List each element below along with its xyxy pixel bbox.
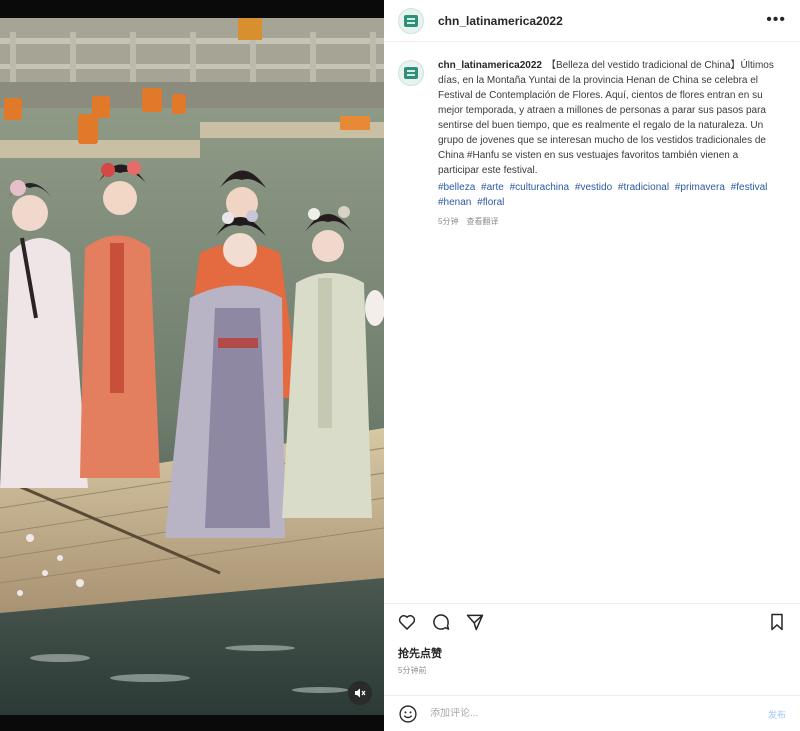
caption-age: 5分钟 — [438, 217, 459, 226]
more-horizontal-icon[interactable]: ••• — [766, 12, 786, 28]
hashtag-list: #belleza #arte #culturachina #vestido #t… — [438, 180, 780, 210]
account-logo-icon — [404, 67, 418, 79]
caption-meta: 5分钟 查看翻译 — [438, 214, 780, 229]
hashtag-link[interactable]: #culturachina — [510, 182, 569, 193]
post-comment-button[interactable]: 发布 — [768, 708, 786, 721]
post-header: chn_latinamerica2022 ••• — [384, 0, 800, 42]
muted-speaker-icon — [355, 688, 366, 698]
media-letterbox-top — [0, 0, 384, 18]
hashtag-link[interactable]: #tradicional — [618, 182, 669, 193]
post-details-panel: chn_latinamerica2022 ••• chn_latinameric… — [384, 0, 800, 731]
comment-bar: 发布 — [384, 695, 800, 731]
send-icon — [466, 614, 484, 630]
hashtag-link[interactable]: #primavera — [675, 182, 725, 193]
caption-username[interactable]: chn_latinamerica2022 — [438, 60, 542, 71]
action-bar — [384, 603, 800, 639]
share-button[interactable] — [464, 611, 486, 633]
like-button[interactable] — [396, 611, 418, 633]
hashtag-link[interactable]: #belleza — [438, 182, 475, 193]
hashtag-link[interactable]: #henan — [438, 197, 471, 208]
hashtag-link[interactable]: #festival — [731, 182, 768, 193]
hashtag-link[interactable]: #vestido — [575, 182, 612, 193]
comment-button[interactable] — [430, 611, 452, 633]
avatar[interactable] — [398, 7, 424, 34]
hashtag-link[interactable]: #arte — [481, 182, 504, 193]
save-button[interactable] — [766, 611, 788, 633]
media-letterbox-bottom — [0, 715, 384, 731]
post-photo — [0, 18, 384, 715]
caption-body: 【Belleza del vestido tradicional de Chin… — [438, 60, 774, 176]
heart-icon — [398, 614, 416, 630]
translate-link[interactable]: 查看翻译 — [466, 214, 498, 229]
mute-button[interactable] — [348, 681, 372, 705]
comment-input[interactable] — [430, 708, 740, 719]
bookmark-icon — [771, 613, 783, 631]
avatar[interactable] — [398, 60, 424, 86]
header-username[interactable]: chn_latinamerica2022 — [438, 14, 563, 28]
post-media[interactable] — [0, 0, 384, 731]
likes-label[interactable]: 抢先点赞 — [398, 645, 442, 661]
emoji-icon[interactable] — [398, 704, 418, 724]
post-time: 5分钟前 — [398, 666, 427, 675]
caption-block: chn_latinamerica2022 【Belleza del vestido… — [398, 58, 788, 229]
comment-icon — [433, 613, 450, 630]
hashtag-link[interactable]: #floral — [477, 197, 504, 208]
caption: chn_latinamerica2022 【Belleza del vestido… — [438, 58, 780, 229]
account-logo-icon — [404, 14, 418, 27]
